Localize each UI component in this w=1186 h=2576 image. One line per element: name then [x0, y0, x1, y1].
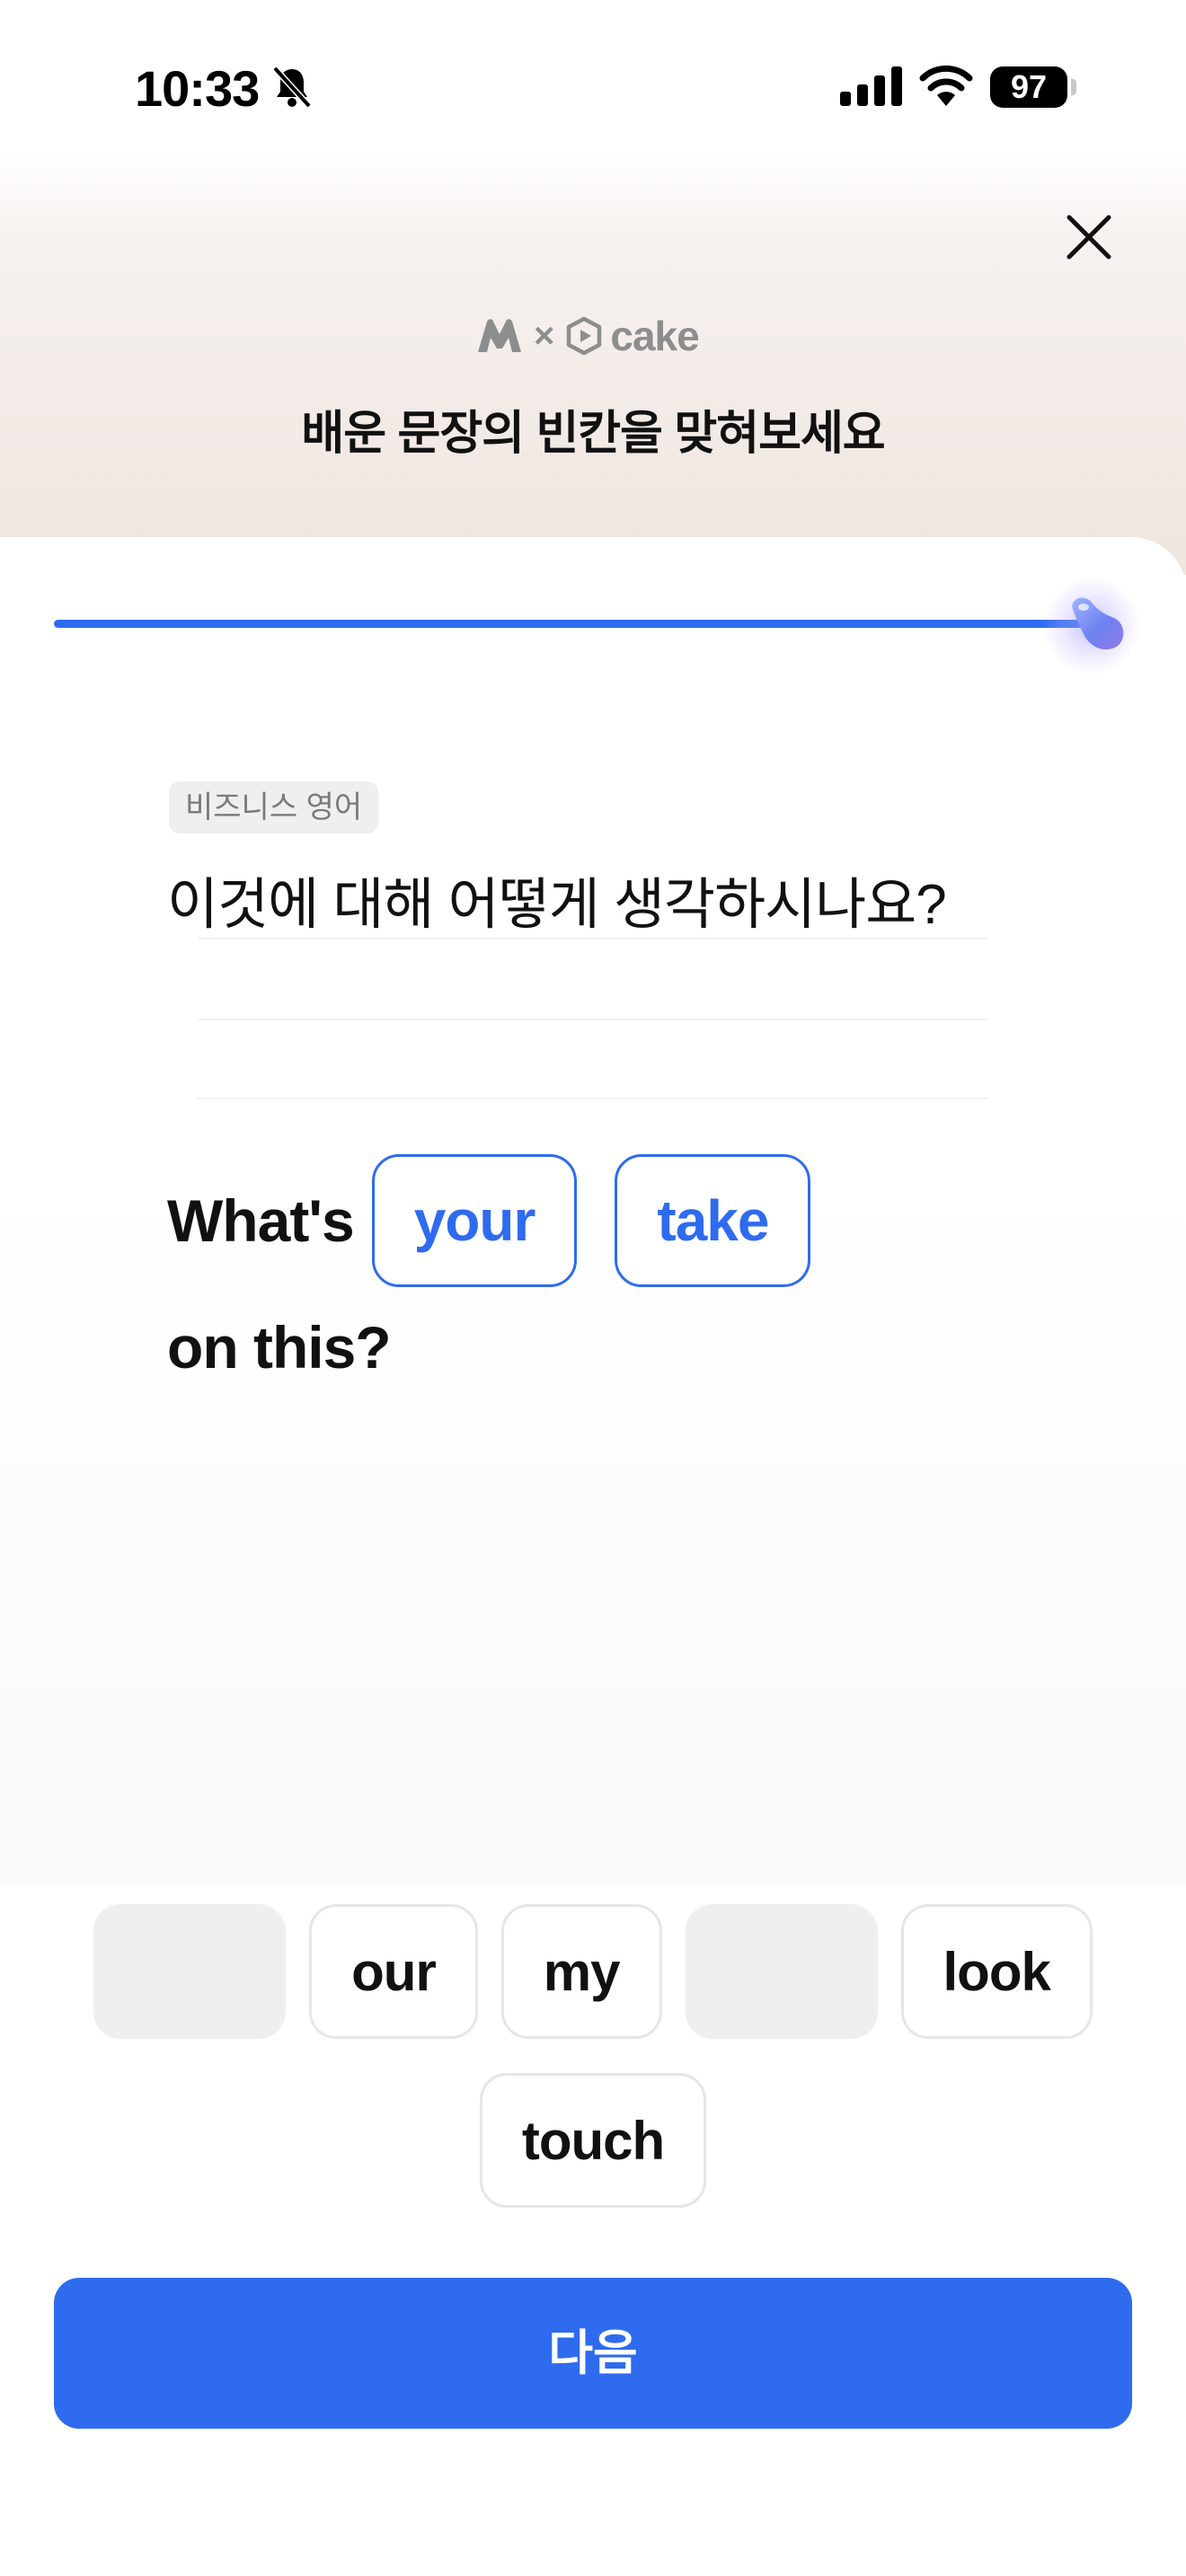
word-chip-empty — [93, 1904, 287, 2039]
progress-fill — [54, 620, 1087, 628]
progress-bar — [54, 620, 1087, 628]
status-bar: 10:33 97 — [0, 0, 1186, 171]
english-prefix: What's — [167, 1187, 355, 1254]
english-suffix: on this? — [167, 1314, 392, 1381]
answer-slot-1[interactable]: your — [371, 1154, 578, 1287]
category-badge: 비즈니스 영어 — [169, 781, 379, 834]
wifi-icon — [919, 65, 973, 106]
word-bank-row: touch — [0, 2073, 1186, 2208]
status-time: 10:33 — [135, 60, 260, 117]
brand-separator: × — [534, 315, 555, 356]
brand-name: cake — [610, 313, 699, 359]
cellular-signal-icon — [840, 66, 902, 106]
brand-m-logo-icon — [478, 319, 521, 352]
cake-play-logo-icon — [567, 316, 602, 356]
korean-sentence: 이것에 대해 어떻게 생각하시나요? — [167, 874, 947, 936]
bean-mascot-icon — [1072, 597, 1124, 650]
brand-lockup: × cake — [476, 313, 700, 359]
quiz-screen: 10:33 97 × cake 배운 문장의 빈칸을 맞혀보세요 비즈니스 영어… — [0, 0, 1186, 2576]
page-title: 배운 문장의 빈칸을 맞혀보세요 — [301, 408, 885, 460]
english-sentence-line: What's your take — [167, 1153, 811, 1288]
battery-tip — [1071, 79, 1076, 95]
word-bank: our my look touch — [0, 1904, 1186, 2208]
close-icon[interactable] — [1060, 208, 1118, 266]
word-chip[interactable]: our — [309, 1904, 478, 2039]
divider — [198, 1019, 988, 1020]
word-chip[interactable]: look — [900, 1904, 1093, 2039]
word-chip-empty — [685, 1904, 878, 2039]
divider — [198, 938, 988, 940]
word-chip[interactable]: my — [500, 1904, 662, 2039]
word-chip[interactable]: touch — [479, 2073, 707, 2208]
bell-muted-icon — [272, 66, 312, 109]
next-button[interactable]: 다음 — [54, 2278, 1132, 2429]
battery-icon: 97 — [990, 66, 1067, 108]
answer-slot-2[interactable]: take — [615, 1154, 811, 1287]
divider — [198, 1098, 988, 1099]
battery-level: 97 — [1010, 68, 1048, 105]
word-bank-row: our my look — [0, 1904, 1186, 2039]
